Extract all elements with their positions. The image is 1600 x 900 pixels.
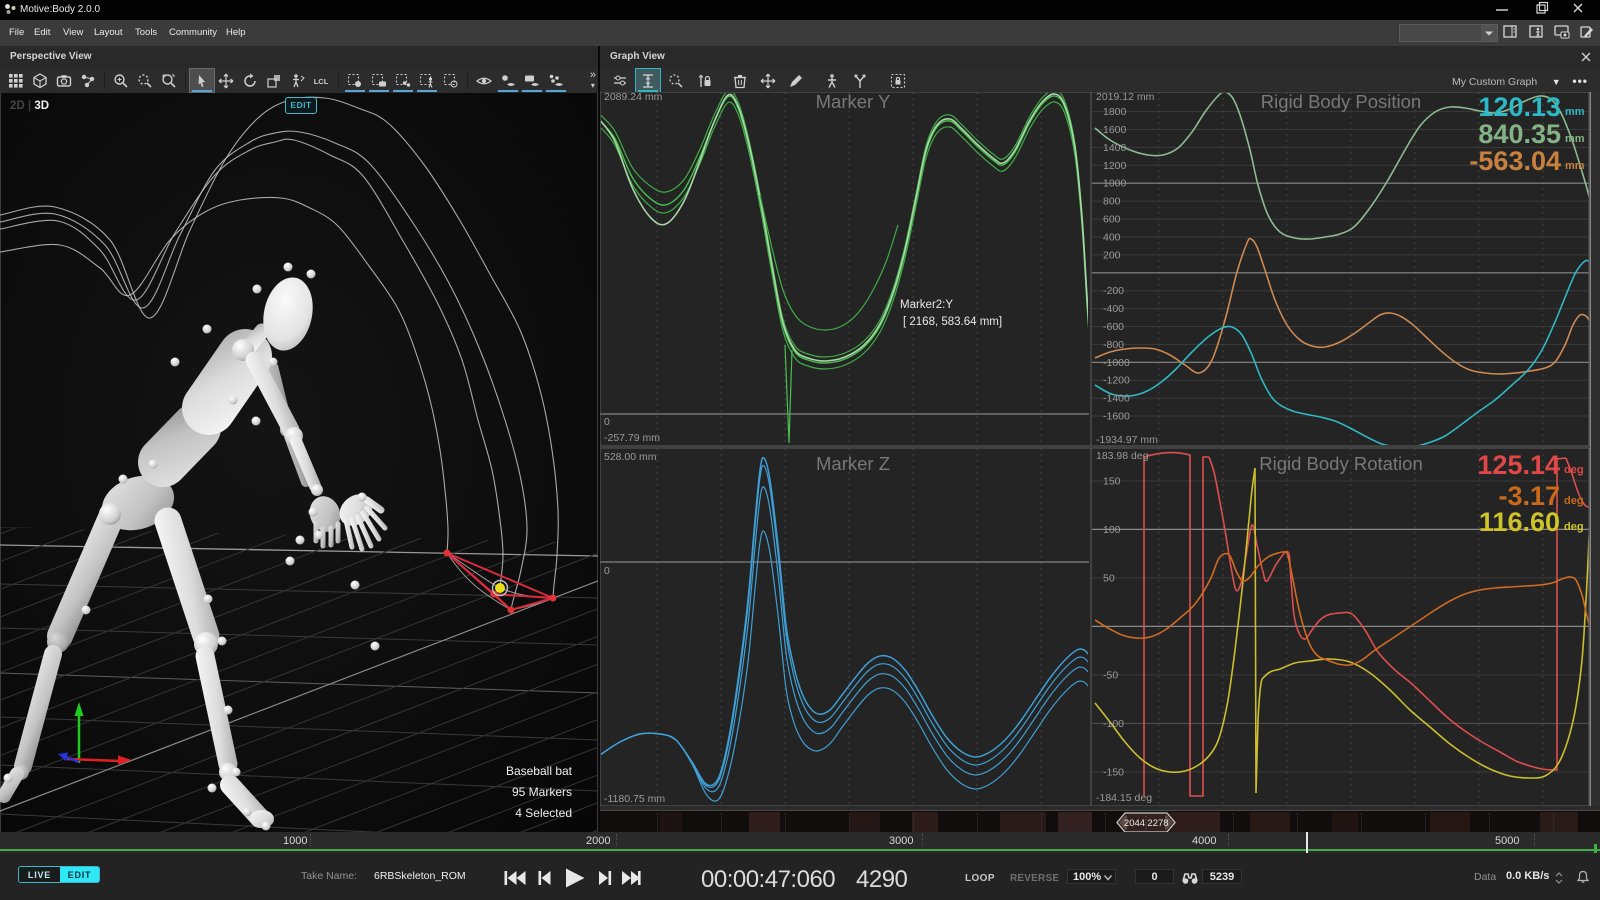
- svg-text:1200: 1200: [1103, 160, 1127, 172]
- svg-text:2278: 2278: [1147, 818, 1168, 829]
- svg-text:150: 150: [1103, 475, 1121, 487]
- svg-text:125.14: 125.14: [1477, 450, 1560, 480]
- svg-text:mm: mm: [1565, 106, 1585, 118]
- svg-text:deg: deg: [1564, 464, 1584, 476]
- svg-text:528.00 mm: 528.00 mm: [604, 451, 657, 463]
- svg-text:183.98 deg: 183.98 deg: [1096, 450, 1149, 462]
- svg-text:Rigid Body Position: Rigid Body Position: [1261, 92, 1421, 112]
- svg-text:-1600: -1600: [1103, 411, 1130, 423]
- svg-text:-563.04: -563.04: [1469, 146, 1561, 176]
- svg-text:120.13: 120.13: [1478, 92, 1561, 122]
- svg-text:-184.15 deg: -184.15 deg: [1096, 792, 1152, 804]
- svg-text:400: 400: [1103, 231, 1121, 243]
- svg-text:600: 600: [1103, 214, 1121, 226]
- svg-text:-800: -800: [1103, 339, 1124, 351]
- svg-text:50: 50: [1103, 572, 1115, 584]
- svg-text:1000: 1000: [1103, 178, 1127, 190]
- svg-text:LCL: LCL: [314, 77, 329, 86]
- svg-text:Marker2:Y: Marker2:Y: [900, 299, 953, 311]
- svg-text:Rigid Body Rotation: Rigid Body Rotation: [1259, 453, 1423, 474]
- svg-text:Marker Z: Marker Z: [816, 453, 890, 474]
- svg-text:-1934.97 mm: -1934.97 mm: [1096, 434, 1158, 446]
- svg-text:-1180.75 mm: -1180.75 mm: [604, 793, 665, 805]
- svg-text:2044: 2044: [1124, 818, 1145, 829]
- svg-text:200: 200: [1103, 249, 1121, 261]
- svg-text:Marker Y: Marker Y: [816, 92, 891, 112]
- svg-text:1400: 1400: [1103, 142, 1127, 154]
- svg-text:1800: 1800: [1103, 106, 1127, 118]
- svg-text:0: 0: [604, 565, 610, 577]
- svg-text:0: 0: [604, 416, 610, 428]
- svg-text:840.35: 840.35: [1478, 119, 1561, 149]
- svg-text:2019.12 mm: 2019.12 mm: [1096, 92, 1155, 103]
- svg-text:-150: -150: [1103, 766, 1124, 778]
- svg-text:mm: mm: [1565, 133, 1585, 145]
- svg-text:-1400: -1400: [1103, 393, 1130, 405]
- svg-text:-600: -600: [1103, 321, 1124, 333]
- svg-text:800: 800: [1103, 196, 1121, 208]
- svg-text:-200: -200: [1103, 285, 1124, 297]
- svg-text:-1200: -1200: [1103, 375, 1130, 387]
- svg-text:deg: deg: [1564, 495, 1584, 507]
- svg-text:[ 2168, 583.64 mm]: [ 2168, 583.64 mm]: [903, 316, 1002, 328]
- svg-text:mm: mm: [1565, 160, 1585, 172]
- svg-text:deg: deg: [1564, 521, 1584, 533]
- svg-text:-257.79 mm: -257.79 mm: [604, 432, 660, 444]
- svg-text:-400: -400: [1103, 303, 1124, 315]
- svg-text:-50: -50: [1103, 669, 1118, 681]
- svg-text:116.60: 116.60: [1479, 507, 1560, 537]
- svg-text:1600: 1600: [1103, 124, 1127, 136]
- svg-text:-1000: -1000: [1103, 357, 1130, 369]
- svg-text:2089.24 mm: 2089.24 mm: [604, 92, 663, 103]
- svg-text:-100: -100: [1103, 718, 1124, 730]
- svg-text:100: 100: [1103, 524, 1121, 536]
